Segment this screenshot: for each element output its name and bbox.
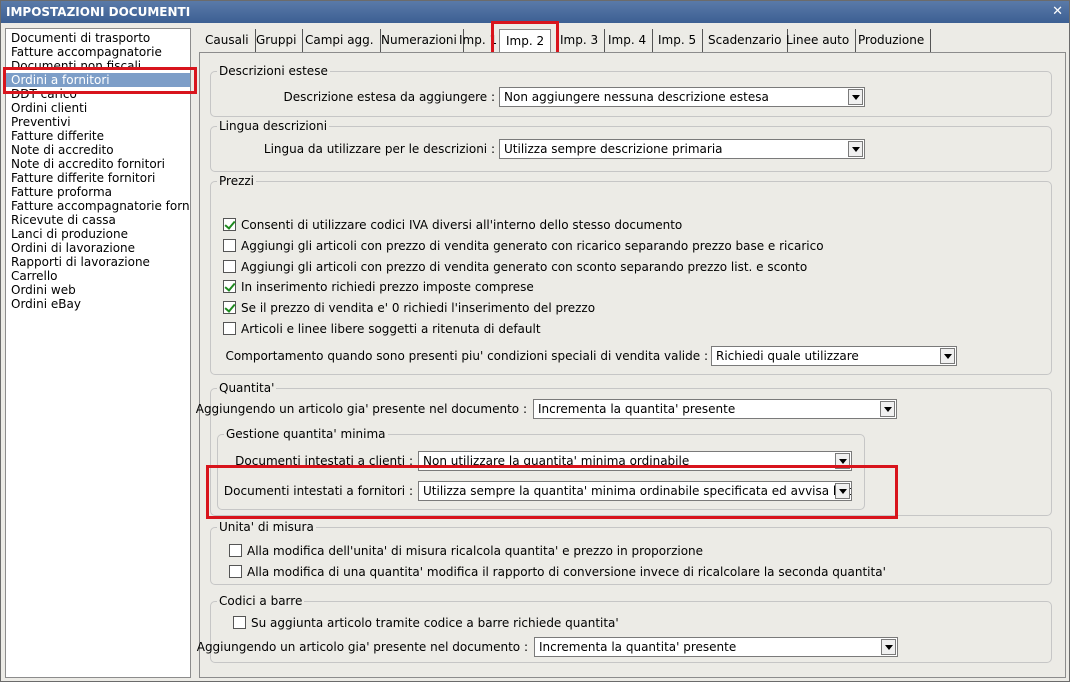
fornitori-label: Documenti intestati a fornitori : <box>223 484 413 498</box>
chevron-down-icon[interactable] <box>835 483 850 499</box>
check-label-prezzo-zero: Se il prezzo di vendita e' 0 richiedi l'… <box>241 301 596 315</box>
tab-scadenzario[interactable]: Scadenzario <box>702 29 789 52</box>
checkbox-ricalcola-proporzione[interactable] <box>229 544 242 557</box>
aggiungendo-value: Incrementa la quantita' presente <box>538 402 736 416</box>
checkbox-ricarico[interactable] <box>223 239 236 252</box>
group-lingua-descrizioni: Lingua descrizioni Lingua da utilizzare … <box>210 119 1052 172</box>
group-title-quantita: Quantita' <box>217 381 277 395</box>
codici-aggiungendo-select[interactable]: Incrementa la quantita' presente <box>534 637 898 657</box>
settings-window: IMPOSTAZIONI DOCUMENTI ✕ Documenti di tr… <box>0 0 1070 682</box>
sidebar-item-ordini-web[interactable]: Ordini web <box>6 283 190 297</box>
sidebar-item-rapporti-di-lavorazione[interactable]: Rapporti di lavorazione <box>6 255 190 269</box>
tab-imp-1[interactable]: Imp. 1 <box>453 29 505 52</box>
group-unita-misura: Unita' di misura Alla modifica dell'unit… <box>210 520 1052 585</box>
sidebar-item-fatture-accompagnatorie-fornitori[interactable]: Fatture accompagnatorie fornitori <box>6 199 190 213</box>
settings-panel: Descrizioni estese Descrizione estesa da… <box>196 52 1066 678</box>
chevron-down-icon[interactable] <box>848 141 863 157</box>
fornitori-select[interactable]: Utilizza sempre la quantita' minima ordi… <box>418 481 852 501</box>
group-title-unita: Unita' di misura <box>217 520 316 534</box>
sidebar-item-lanci-di-produzione[interactable]: Lanci di produzione <box>6 227 190 241</box>
group-descrizioni-estese: Descrizioni estese Descrizione estesa da… <box>210 64 1052 117</box>
tab-imp-5[interactable]: Imp. 5 <box>652 29 704 52</box>
sidebar-item-documenti-di-trasporto[interactable]: Documenti di trasporto <box>6 31 190 45</box>
group-title-prezzi: Prezzi <box>217 174 257 188</box>
clienti-value: Non utilizzare la quantita' minima ordin… <box>423 454 690 468</box>
tab-campi-agg[interactable]: Campi agg. <box>299 29 381 52</box>
sidebar-item-ordini-ebay[interactable]: Ordini eBay <box>6 297 190 311</box>
tab-gruppi[interactable]: Gruppi <box>250 29 304 52</box>
tab-imp-4[interactable]: Imp. 4 <box>602 29 654 52</box>
aggiungendo-label: Aggiungendo un articolo gia' presente ne… <box>195 402 527 416</box>
group-quantita: Quantita' Aggiungendo un articolo gia' p… <box>196 381 1052 516</box>
close-icon[interactable]: ✕ <box>1052 1 1063 23</box>
sidebar-item-ordini-a-fornitori[interactable]: Ordini a fornitori <box>6 73 190 87</box>
chevron-down-icon[interactable] <box>940 348 955 364</box>
checkbox-barcode-quantita[interactable] <box>233 616 246 629</box>
sidebar-item-fatture-accompagnatorie[interactable]: Fatture accompagnatorie <box>6 45 190 59</box>
tab-causali[interactable]: Causali <box>199 29 256 52</box>
sidebar-item-carrello[interactable]: Carrello <box>6 269 190 283</box>
lingua-select[interactable]: Utilizza sempre descrizione primaria <box>499 139 865 159</box>
group-title-codici: Codici a barre <box>217 594 305 608</box>
check-label-rapporto-conversione: Alla modifica di una quantita' modifica … <box>247 565 886 579</box>
sidebar-item-documenti-non-fiscali[interactable]: Documenti non fiscali <box>6 59 190 73</box>
sidebar-item-fatture-proforma[interactable]: Fatture proforma <box>6 185 190 199</box>
group-title-lingua: Lingua descrizioni <box>217 119 330 133</box>
checkbox-codici-iva[interactable] <box>223 218 236 231</box>
codici-aggiungendo-label: Aggiungendo un articolo gia' presente ne… <box>196 640 528 654</box>
group-title-descrizioni: Descrizioni estese <box>217 64 330 78</box>
sidebar-item-fatture-differite-fornitori[interactable]: Fatture differite fornitori <box>6 171 190 185</box>
tab-produzione[interactable]: Produzione <box>852 29 932 52</box>
check-label-ritenuta: Articoli e linee libere soggetti a riten… <box>241 322 541 336</box>
check-label-ricalcola-proporzione: Alla modifica dell'unita' di misura rica… <box>247 544 704 558</box>
check-label-barcode-quantita: Su aggiunta articolo tramite codice a ba… <box>251 616 619 630</box>
chevron-down-icon[interactable] <box>880 401 895 417</box>
sidebar-item-ordini-di-lavorazione[interactable]: Ordini di lavorazione <box>6 241 190 255</box>
comportamento-label: Comportamento quando sono presenti piu' … <box>225 349 708 363</box>
sidebar-item-note-di-accredito[interactable]: Note di accredito <box>6 143 190 157</box>
checkbox-rapporto-conversione[interactable] <box>229 565 242 578</box>
group-prezzi: Prezzi Consenti di utilizzare codici IVA… <box>210 174 1052 375</box>
check-label-ricarico: Aggiungi gli articoli con prezzo di vend… <box>241 239 824 253</box>
sidebar-item-ddt-carico[interactable]: DDT carico <box>6 87 190 101</box>
clienti-select[interactable]: Non utilizzare la quantita' minima ordin… <box>418 451 852 471</box>
comportamento-select[interactable]: Richiedi quale utilizzare <box>711 346 957 366</box>
group-quantita-minima: Gestione quantita' minima Documenti inte… <box>217 427 865 510</box>
check-label-sconto: Aggiungi gli articoli con prezzo di vend… <box>241 260 808 274</box>
sidebar-item-ordini-clienti[interactable]: Ordini clienti <box>6 101 190 115</box>
checkbox-ritenuta[interactable] <box>223 322 236 335</box>
check-label-imposte-comprese: In inserimento richiedi prezzo imposte c… <box>241 280 534 294</box>
aggiungendo-select[interactable]: Incrementa la quantita' presente <box>533 399 897 419</box>
tab-imp-3[interactable]: Imp. 3 <box>554 29 606 52</box>
clienti-label: Documenti intestati a clienti : <box>235 454 413 468</box>
fornitori-value: Utilizza sempre la quantita' minima ordi… <box>423 484 852 498</box>
check-label-codici-iva: Consenti di utilizzare codici IVA divers… <box>241 218 683 232</box>
checkbox-imposte-comprese[interactable] <box>223 280 236 293</box>
tab-linee-auto[interactable]: Linee auto <box>780 29 857 52</box>
lingua-value: Utilizza sempre descrizione primaria <box>504 142 723 156</box>
title-bar: IMPOSTAZIONI DOCUMENTI ✕ <box>1 1 1069 23</box>
checkbox-sconto[interactable] <box>223 260 236 273</box>
codici-aggiungendo-value: Incrementa la quantita' presente <box>539 640 737 654</box>
sidebar-item-ricevute-di-cassa[interactable]: Ricevute di cassa <box>6 213 190 227</box>
tab-numerazioni[interactable]: Numerazioni <box>375 29 464 52</box>
descrizione-estesa-select[interactable]: Non aggiungere nessuna descrizione estes… <box>499 87 865 107</box>
sidebar-item-fatture-differite[interactable]: Fatture differite <box>6 129 190 143</box>
chevron-down-icon[interactable] <box>835 453 850 469</box>
checkbox-prezzo-zero[interactable] <box>223 301 236 314</box>
sidebar-item-note-di-accredito-fornitori[interactable]: Note di accredito fornitori <box>6 157 190 171</box>
group-title-quantita-minima: Gestione quantita' minima <box>224 427 388 441</box>
group-codici-barre: Codici a barre Su aggiunta articolo tram… <box>197 594 1052 663</box>
comportamento-value: Richiedi quale utilizzare <box>716 349 859 363</box>
chevron-down-icon[interactable] <box>881 639 896 655</box>
descrizione-estesa-value: Non aggiungere nessuna descrizione estes… <box>504 90 769 104</box>
descrizione-estesa-label: Descrizione estesa da aggiungere : <box>283 90 496 104</box>
tab-imp-2[interactable]: Imp. 2 <box>499 29 552 52</box>
window-title: IMPOSTAZIONI DOCUMENTI <box>6 5 191 19</box>
sidebar-item-preventivi[interactable]: Preventivi <box>6 115 190 129</box>
lingua-label: Lingua da utilizzare per le descrizioni … <box>263 142 495 156</box>
chevron-down-icon[interactable] <box>848 89 863 105</box>
document-type-list[interactable]: Documenti di trasporto Fatture accompagn… <box>5 28 191 678</box>
